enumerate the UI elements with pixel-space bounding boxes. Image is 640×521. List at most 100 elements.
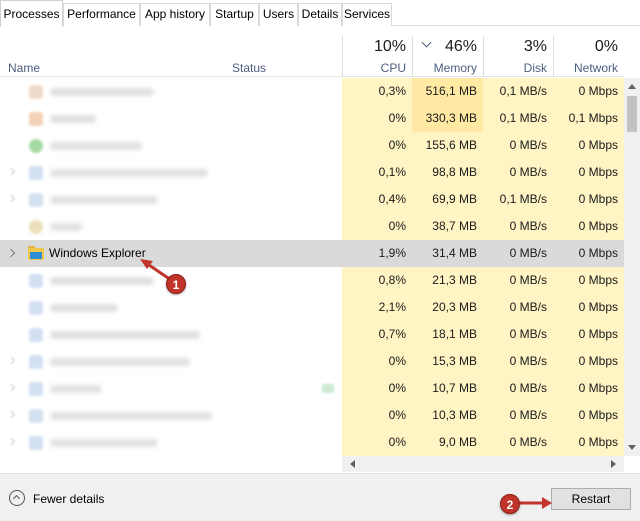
cpu-cell: 0% xyxy=(342,213,412,240)
table-row[interactable]: 0% 10,7 MB 0 MB/s 0 Mbps xyxy=(0,375,624,402)
table-row[interactable]: 0,1% 98,8 MB 0 MB/s 0 Mbps xyxy=(0,159,624,186)
column-disk[interactable]: 3% Disk xyxy=(483,36,553,77)
network-label: Network xyxy=(573,61,618,75)
cpu-cell: 0% xyxy=(342,402,412,429)
restart-button[interactable]: Restart xyxy=(551,488,631,510)
memory-cell: 18,1 MB xyxy=(412,321,483,348)
disk-cell: 0 MB/s xyxy=(483,375,553,402)
disk-cell: 0 MB/s xyxy=(483,294,553,321)
network-cell: 0 Mbps xyxy=(553,78,624,105)
network-cell: 0 Mbps xyxy=(553,186,624,213)
column-cpu[interactable]: 10% CPU xyxy=(342,36,412,77)
cpu-cell: 0,1% xyxy=(342,159,412,186)
tab-performance[interactable]: Performance xyxy=(63,3,140,26)
column-name[interactable]: Name xyxy=(8,61,40,75)
network-cell: 0 Mbps xyxy=(553,294,624,321)
memory-cell: 31,4 MB xyxy=(432,246,477,260)
disk-cell: 0,1 MB/s xyxy=(483,105,553,132)
vertical-scrollbar[interactable] xyxy=(624,78,640,456)
network-cell: 0,1 Mbps xyxy=(553,105,624,132)
tab-startup[interactable]: Startup xyxy=(210,3,259,26)
column-header: Name Status 10% CPU 46% Memory 3% Disk 0… xyxy=(0,26,624,77)
memory-cell: 21,3 MB xyxy=(412,267,483,294)
cpu-cell: 0% xyxy=(342,429,412,456)
fewer-details-link[interactable]: Fewer details xyxy=(33,492,104,506)
table-row[interactable]: 0% 10,3 MB 0 MB/s 0 Mbps xyxy=(0,402,624,429)
tab-services[interactable]: Services xyxy=(342,3,392,26)
process-icon xyxy=(29,436,43,450)
tab-processes[interactable]: Processes xyxy=(0,0,63,27)
process-name-blurred xyxy=(50,385,102,393)
disk-cell: 0 MB/s xyxy=(483,267,553,294)
table-row[interactable]: 0% 155,6 MB 0 MB/s 0 Mbps xyxy=(0,132,624,159)
table-row[interactable]: 0,8% 21,3 MB 0 MB/s 0 Mbps xyxy=(0,267,624,294)
scroll-up-icon[interactable] xyxy=(628,84,636,89)
cpu-total: 10% xyxy=(373,38,406,55)
process-icon xyxy=(29,409,43,423)
sort-chevron-down-icon xyxy=(421,37,432,48)
disk-cell: 0 MB/s xyxy=(483,402,553,429)
memory-cell: 20,3 MB xyxy=(412,294,483,321)
process-icon xyxy=(29,355,43,369)
tab-users[interactable]: Users xyxy=(259,3,298,26)
process-icon xyxy=(29,274,43,288)
column-status[interactable]: Status xyxy=(232,61,266,75)
status-indicator xyxy=(322,384,334,393)
table-row[interactable]: 2,1% 20,3 MB 0 MB/s 0 Mbps xyxy=(0,294,624,321)
cpu-cell: 2,1% xyxy=(342,294,412,321)
network-cell: 0 Mbps xyxy=(553,402,624,429)
memory-cell: 69,9 MB xyxy=(412,186,483,213)
cpu-cell: 0% xyxy=(342,348,412,375)
process-list: 0,3% 516,1 MB 0,1 MB/s 0 Mbps 0% 330,3 M… xyxy=(0,78,624,456)
column-memory[interactable]: 46% Memory xyxy=(412,36,483,77)
scroll-thumb[interactable] xyxy=(627,96,637,132)
process-name-blurred xyxy=(50,358,190,366)
disk-cell: 0 MB/s xyxy=(483,159,553,186)
scroll-right-icon[interactable] xyxy=(611,460,616,468)
memory-cell: 10,3 MB xyxy=(412,402,483,429)
expand-chevron-icon[interactable] xyxy=(6,248,16,258)
process-icon xyxy=(29,382,43,396)
table-row[interactable]: 0,3% 516,1 MB 0,1 MB/s 0 Mbps xyxy=(0,78,624,105)
expand-chevron-icon xyxy=(7,167,16,176)
cpu-cell: 0% xyxy=(342,132,412,159)
memory-cell: 98,8 MB xyxy=(412,159,483,186)
horizontal-scrollbar[interactable] xyxy=(342,456,624,472)
expand-chevron-icon xyxy=(7,410,16,419)
process-name-blurred xyxy=(50,88,154,96)
expand-chevron-icon xyxy=(7,194,16,203)
memory-cell: 9,0 MB xyxy=(412,429,483,456)
memory-cell: 15,3 MB xyxy=(412,348,483,375)
network-cell: 0 Mbps xyxy=(553,321,624,348)
network-cell: 0 Mbps xyxy=(578,246,618,260)
process-name-blurred xyxy=(50,115,96,123)
disk-cell: 0 MB/s xyxy=(509,246,547,260)
process-name-blurred xyxy=(50,304,118,312)
table-row[interactable]: 0% 330,3 MB 0,1 MB/s 0,1 Mbps xyxy=(0,105,624,132)
tab-details[interactable]: Details xyxy=(298,3,342,26)
collapse-chevron-up-icon[interactable] xyxy=(9,490,25,506)
table-row-windows-explorer[interactable]: Windows Explorer 1,9% 31,4 MB 0 MB/s 0 M… xyxy=(0,240,624,267)
table-row[interactable]: 0,7% 18,1 MB 0 MB/s 0 Mbps xyxy=(0,321,624,348)
cpu-cell: 0,8% xyxy=(342,267,412,294)
process-name-blurred xyxy=(50,196,158,204)
scroll-left-icon[interactable] xyxy=(350,460,355,468)
disk-cell: 0,1 MB/s xyxy=(483,78,553,105)
scroll-down-icon[interactable] xyxy=(628,445,636,450)
network-total: 0% xyxy=(594,38,618,55)
column-network[interactable]: 0% Network xyxy=(553,36,624,77)
network-cell: 0 Mbps xyxy=(553,159,624,186)
annotation-badge-1: 1 xyxy=(166,274,186,294)
process-icon xyxy=(29,328,43,342)
tab-app-history[interactable]: App history xyxy=(140,3,210,26)
memory-cell: 10,7 MB xyxy=(412,375,483,402)
table-row[interactable]: 0,4% 69,9 MB 0,1 MB/s 0 Mbps xyxy=(0,186,624,213)
process-icon xyxy=(29,85,43,99)
table-row[interactable]: 0% 15,3 MB 0 MB/s 0 Mbps xyxy=(0,348,624,375)
process-icon xyxy=(29,112,43,126)
table-row[interactable]: 0% 38,7 MB 0 MB/s 0 Mbps xyxy=(0,213,624,240)
process-name-blurred xyxy=(50,412,212,420)
memory-cell: 155,6 MB xyxy=(412,132,483,159)
memory-label: Memory xyxy=(433,61,477,75)
table-row[interactable]: 0% 9,0 MB 0 MB/s 0 Mbps xyxy=(0,429,624,456)
